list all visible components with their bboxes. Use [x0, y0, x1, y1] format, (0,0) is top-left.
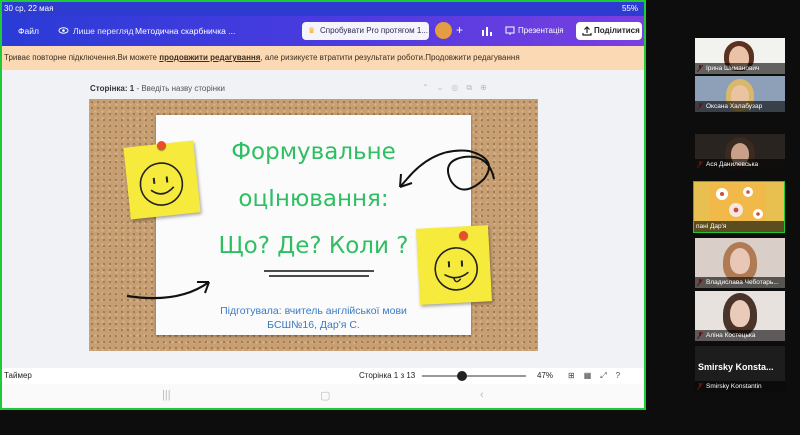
active-speaker-tile[interactable]: пані Дар'я	[693, 181, 785, 233]
zoom-slider[interactable]	[422, 375, 526, 377]
document-title[interactable]: Методична скарбничка ...	[135, 26, 235, 36]
crown-icon: ♛	[308, 26, 316, 35]
eye-icon	[58, 27, 69, 34]
share-label: Поділитися	[594, 26, 640, 35]
participant-name: Ася Данилевська	[695, 159, 785, 170]
back-icon[interactable]: ‹	[480, 389, 484, 401]
page-counter[interactable]: Сторінка 1 з 13	[359, 368, 415, 384]
participant-name: Оксана Халабузар	[695, 101, 785, 112]
upload-icon	[582, 26, 592, 36]
view-only-label[interactable]: Лише перегляд	[73, 26, 133, 36]
present-label: Презентація	[518, 26, 564, 35]
slide-subtitle-line-1: Підготувала: вчитель англійської мови	[220, 305, 407, 317]
file-menu[interactable]: Файл	[18, 26, 39, 36]
insights-icon[interactable]	[476, 22, 496, 40]
participant-tile[interactable]: Smirsky Konsta... Smirsky Konstantin	[695, 346, 785, 392]
flowers-avatar-icon	[716, 187, 763, 219]
participant-tile[interactable]: Ірина Шиманович	[695, 38, 785, 74]
zoom-level[interactable]: 47%	[537, 368, 553, 384]
editor-footer: Таймер Сторінка 1 з 13 47% ⊞▦⤢?	[2, 368, 644, 384]
reconnect-notice: Триває повторне підключення.Ви можете пр…	[2, 46, 644, 70]
page-title-placeholder: - Введіть назву сторінки	[134, 84, 225, 93]
participant-name: Ірина Шиманович	[695, 63, 785, 74]
participant-display-name: Smirsky Konsta...	[698, 362, 774, 372]
participant-name: Владислава Чеботарь...	[695, 277, 785, 288]
video-call-window: 30 ср, 22 мая 55% Файл Лише перегляд Мет…	[0, 0, 800, 435]
android-nav-bar: ||| ▢ ‹	[2, 384, 644, 408]
slide-title-line-2: оцІнювання:	[238, 186, 389, 212]
try-pro-label: Спробувати Pro протягом 1...	[320, 26, 428, 35]
status-time-date: 30 ср, 22 мая	[4, 4, 54, 13]
editor-top-bar: Файл Лише перегляд Методична скарбничка …	[2, 16, 644, 46]
participant-tile[interactable]: Оксана Халабузар	[695, 76, 785, 112]
notice-text-start: Триває повторне підключення.Ви можете	[4, 53, 160, 62]
present-button[interactable]: Презентація	[499, 22, 571, 40]
user-avatar[interactable]	[435, 22, 452, 39]
continue-editing-link[interactable]: продовжити редагування	[159, 53, 260, 62]
page-actions[interactable]: ⌃⌄◎⧉⊕	[422, 83, 495, 93]
page-number-label: Сторінка: 1	[90, 84, 135, 93]
participant-tile[interactable]: Аліна Костецька	[695, 291, 785, 341]
page-title-field[interactable]: Сторінка: 1 - Введіть назву сторінки	[90, 84, 225, 93]
try-pro-button[interactable]: ♛ Спробувати Pro протягом 1...	[302, 22, 429, 40]
participant-tile[interactable]: Ася Данилевська	[695, 134, 785, 170]
notice-text-end: , але ризикуєте втратити результати робо…	[260, 53, 520, 62]
recent-apps-icon[interactable]: |||	[162, 389, 171, 401]
participant-name: Аліна Костецька	[695, 330, 785, 341]
participant-name: Smirsky Konstantin	[695, 381, 785, 392]
slide-title-line-1: Формувальне	[231, 139, 396, 165]
slide-title-line-3: Що? Де? Коли ?	[218, 233, 409, 259]
view-controls[interactable]: ⊞▦⤢?	[568, 368, 629, 384]
participant-tile[interactable]: Владислава Чеботарь...	[695, 238, 785, 288]
share-button[interactable]: Поділитися	[576, 22, 642, 40]
device-status-bar: 30 ср, 22 мая 55%	[2, 2, 644, 16]
home-icon[interactable]: ▢	[320, 389, 330, 402]
slide-subtitle-line-2: БСШ№16, Дар'я С.	[267, 319, 360, 331]
editor-canvas: Сторінка: 1 - Введіть назву сторінки ⌃⌄◎…	[2, 70, 644, 368]
participant-name: пані Дар'я	[694, 221, 784, 232]
add-collaborator-icon[interactable]: +	[456, 23, 463, 37]
present-icon	[505, 26, 515, 35]
timer-button[interactable]: Таймер	[4, 368, 32, 384]
shared-screen: 30 ср, 22 мая 55% Файл Лише перегляд Мет…	[0, 0, 646, 410]
slide-1[interactable]: Формувальне оцІнювання: Що? Де? Коли ? П…	[89, 99, 538, 351]
battery-level: 55%	[621, 4, 638, 13]
zoom-slider-handle[interactable]	[457, 371, 467, 381]
